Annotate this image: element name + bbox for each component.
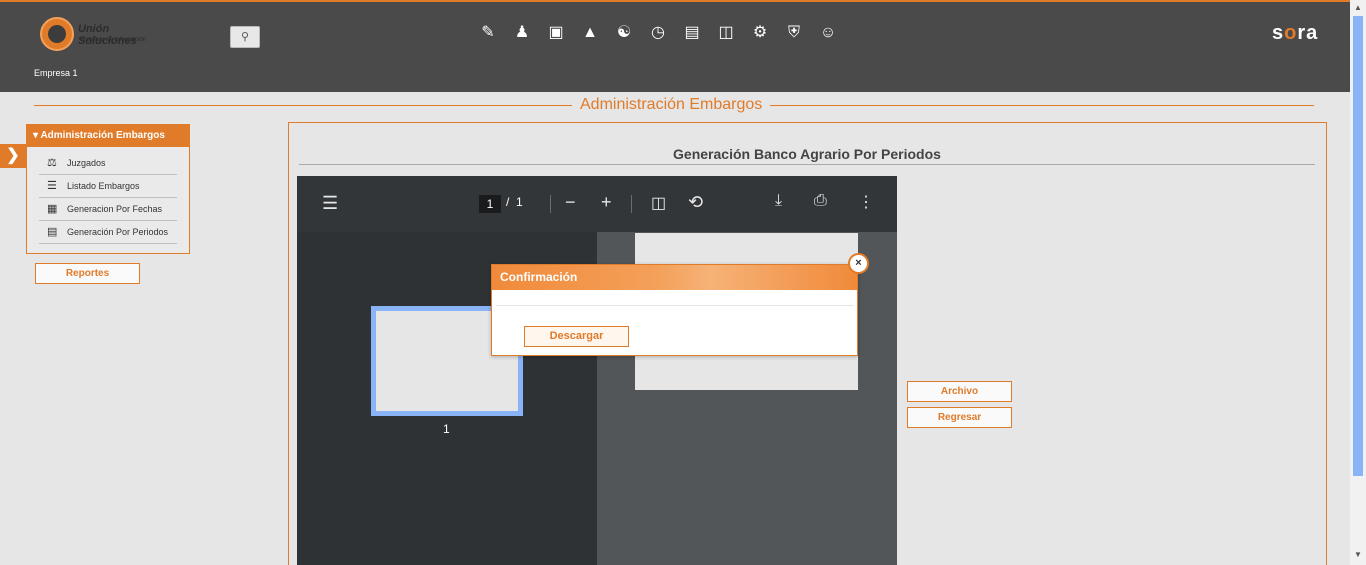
gears-icon[interactable]: ⚙ xyxy=(750,22,770,44)
company-logo[interactable]: Unión Soluciones Sistemas de Información xyxy=(40,17,170,53)
download-icon[interactable]: ⤓ xyxy=(775,192,782,210)
user-transfer-icon[interactable]: ☯ xyxy=(614,22,634,44)
pdf-toolbar: ☰ 1 / 1 − + ◫ ⟲ ⤓ ⎙ ⋮ xyxy=(297,176,897,232)
regresar-button[interactable]: Regresar xyxy=(907,407,1012,428)
close-icon[interactable]: × xyxy=(848,253,869,274)
sidebar-item-label: Generación Por Periodos xyxy=(67,227,169,237)
sidebar-item-label: Listado Embargos xyxy=(67,181,140,191)
pdf-viewer[interactable]: ☰ 1 / 1 − + ◫ ⟲ ⤓ ⎙ ⋮ 1 xyxy=(297,176,897,565)
sidebar-toggle[interactable]: ❯ xyxy=(0,144,26,168)
confirmation-dialog: Confirmación Descargar xyxy=(491,264,858,356)
title-divider xyxy=(299,164,1315,165)
logo-badge xyxy=(40,17,74,51)
edit-document-icon[interactable]: ✎ xyxy=(478,22,498,44)
thumbnail-page-number: 1 xyxy=(443,422,450,436)
sidebar-item-generacion-periodos[interactable]: ▤ Generación Por Periodos xyxy=(39,221,177,244)
scroll-down-icon[interactable]: ▼ xyxy=(1354,550,1362,559)
company-name: Empresa 1 xyxy=(34,68,78,78)
search-icon: ⚲ xyxy=(240,31,250,43)
page-total: / 1 xyxy=(506,195,523,209)
page-title: Generación Banco Agrario Por Periodos xyxy=(673,146,941,162)
search-button[interactable]: ⚲ xyxy=(230,26,260,48)
menu-icon[interactable]: ☰ xyxy=(322,193,338,214)
shield-settings-icon[interactable]: ⛨ xyxy=(784,22,804,44)
top-header: Unión Soluciones Sistemas de Información… xyxy=(0,0,1350,92)
module-toolbar: ✎ ♟ ▣ ▲ ☯ ◷ ▤ ◫ ⚙ ⛨ ☺ xyxy=(478,22,838,44)
print-icon[interactable]: ⎙ xyxy=(814,192,827,210)
scrollbar-thumb[interactable] xyxy=(1353,16,1363,476)
dialog-title: Confirmación xyxy=(492,265,857,290)
logo-brand: Unión Soluciones xyxy=(78,23,137,47)
org-chart-icon[interactable]: ▲ xyxy=(580,22,600,44)
rotate-icon[interactable]: ⟲ xyxy=(688,192,703,213)
list-icon: ☰ xyxy=(47,180,57,192)
download-button[interactable]: Descargar xyxy=(524,326,629,347)
sidebar-item-label: Generacion Por Fechas xyxy=(67,204,163,214)
document-icon: ▤ xyxy=(47,226,58,238)
group-icon[interactable]: ☺ xyxy=(818,22,838,44)
calendar-icon: ▦ xyxy=(47,203,58,215)
user-money-icon[interactable]: ♟ xyxy=(512,22,532,44)
chevron-right-icon: ❯ xyxy=(6,147,20,164)
toolbar-separator xyxy=(631,195,632,213)
toolbar-separator xyxy=(550,195,551,213)
more-options-icon[interactable]: ⋮ xyxy=(858,192,874,212)
sidebar-item-listado-embargos[interactable]: ☰ Listado Embargos xyxy=(39,175,177,198)
document-list-icon[interactable]: ▤ xyxy=(682,22,702,44)
product-logo: sora xyxy=(1272,22,1319,44)
logo-subtitle: Sistemas de Información xyxy=(80,37,147,43)
page-number-input[interactable]: 1 xyxy=(479,195,501,213)
fit-page-icon[interactable]: ◫ xyxy=(651,193,666,213)
section-title: Administración Embargos xyxy=(572,96,771,114)
sidebar-menu: ▾ Administración Embargos ⚖ Juzgados ☰ L… xyxy=(26,124,190,254)
scroll-up-icon[interactable]: ▲ xyxy=(1354,3,1362,12)
presentation-icon[interactable]: ◫ xyxy=(716,22,736,44)
vertical-scrollbar[interactable]: ▲ ▼ xyxy=(1350,0,1366,565)
dialog-divider xyxy=(496,305,854,306)
sidebar-header[interactable]: ▾ Administración Embargos xyxy=(27,125,189,147)
timer-icon[interactable]: ◷ xyxy=(648,22,668,44)
sidebar-item-generacion-fechas[interactable]: ▦ Generacion Por Fechas xyxy=(39,198,177,221)
zoom-in-icon[interactable]: + xyxy=(601,192,612,213)
reportes-button[interactable]: Reportes xyxy=(35,263,140,284)
sidebar-item-juzgados[interactable]: ⚖ Juzgados xyxy=(39,152,177,175)
sidebar-item-label: Juzgados xyxy=(67,158,106,168)
gift-icon[interactable]: ▣ xyxy=(546,22,566,44)
archivo-button[interactable]: Archivo xyxy=(907,381,1012,402)
gavel-icon: ⚖ xyxy=(47,157,57,169)
zoom-out-icon[interactable]: − xyxy=(565,192,576,213)
